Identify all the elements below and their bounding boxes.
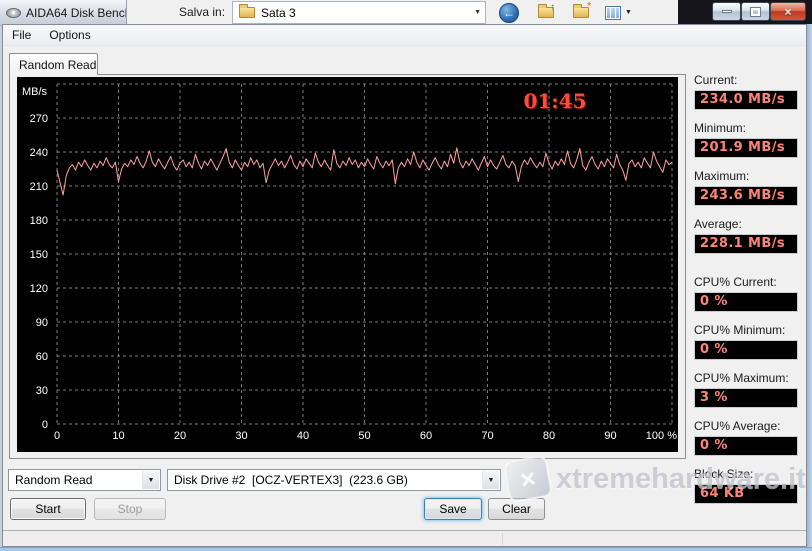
chart-y-axis-unit: MB/s — [22, 86, 48, 98]
save-location-value: Sata 3 — [261, 5, 296, 20]
svg-text:0: 0 — [54, 430, 60, 442]
svg-text:30: 30 — [235, 430, 247, 442]
stat-value: 234.0 MB/s — [694, 90, 798, 110]
svg-text:10: 10 — [112, 430, 124, 442]
stat-value: 201.9 MB/s — [694, 138, 798, 158]
clear-button[interactable]: Clear — [488, 498, 545, 520]
benchmark-chart: 0 30 60 90 120 150 180 210 240 270 0 10 20 30 40 50 60 70… — [17, 77, 678, 452]
stat-cpu-minimum: CPU% Minimum: 0 % — [694, 323, 804, 360]
svg-text:0: 0 — [42, 419, 48, 431]
background-window-title: AIDA64 Disk Bench — [26, 5, 127, 20]
close-button[interactable]: × — [770, 2, 806, 21]
views-menu-button[interactable] — [602, 2, 624, 23]
background-window-bottom-border — [0, 547, 812, 551]
stats-panel: Current: 234.0 MB/s Minimum: 201.9 MB/s … — [690, 60, 808, 520]
test-type-dropdown[interactable]: Random Read ▼ — [8, 469, 161, 491]
svg-text:60: 60 — [420, 430, 432, 442]
back-arrow-icon: ← — [499, 2, 519, 23]
svg-text:30: 30 — [36, 385, 48, 397]
maximize-button[interactable] — [741, 2, 770, 21]
svg-text:210: 210 — [30, 181, 48, 193]
svg-text:120: 120 — [30, 283, 48, 295]
stat-value: 0 % — [694, 436, 798, 456]
stat-label: CPU% Minimum: — [694, 323, 786, 337]
svg-text:70: 70 — [481, 430, 493, 442]
stat-average: Average: 228.1 MB/s — [694, 217, 804, 254]
svg-text:50: 50 — [358, 430, 370, 442]
svg-text:90: 90 — [604, 430, 616, 442]
up-one-level-button[interactable]: ↑ — [535, 2, 557, 23]
svg-text:270: 270 — [30, 113, 48, 125]
svg-text:240: 240 — [30, 147, 48, 159]
view-grid-icon — [605, 5, 621, 20]
background-window-titlebar: AIDA64 Disk Bench — [0, 0, 127, 26]
svg-text:100 %: 100 % — [646, 430, 677, 442]
stop-button[interactable]: Stop — [94, 498, 166, 520]
stat-label: Current: — [694, 73, 738, 87]
stat-value: 243.6 MB/s — [694, 186, 798, 206]
menu-options[interactable]: Options — [40, 25, 99, 45]
save-button[interactable]: Save — [424, 498, 482, 520]
stat-label: CPU% Maximum: — [694, 371, 789, 385]
up-arrow-icon: ↑ — [550, 2, 555, 13]
stat-cpu-current: CPU% Current: 0 % — [694, 275, 804, 312]
stat-label: Minimum: — [694, 121, 747, 135]
chevron-down-icon[interactable]: ▼ — [482, 471, 499, 489]
save-dialog-toolbar: Salva in: Sata 3 ▼ ← ↑ * ▼ — [127, 0, 678, 26]
back-button[interactable]: ← — [498, 2, 520, 23]
disk-drive-value: Disk Drive #2 [OCZ-VERTEX3] (223.6 GB) — [174, 473, 408, 487]
svg-text:40: 40 — [297, 430, 309, 442]
stat-label: Maximum: — [694, 169, 750, 183]
save-in-label: Salva in: — [179, 5, 226, 19]
menu-bar: File Options — [3, 25, 806, 46]
chevron-down-icon[interactable]: ▼ — [625, 9, 632, 16]
chevron-down-icon[interactable]: ▼ — [474, 9, 481, 16]
stat-value: 0 % — [694, 340, 798, 360]
stat-value: 3 % — [694, 388, 798, 408]
tab-random-read[interactable]: Random Read — [9, 53, 98, 75]
disk-icon — [6, 7, 21, 18]
minimize-icon — [721, 10, 732, 13]
new-star-icon: * — [587, 1, 591, 12]
svg-text:60: 60 — [36, 351, 48, 363]
stat-cpu-maximum: CPU% Maximum: 3 % — [694, 371, 804, 408]
stat-value: 64 KB — [694, 484, 798, 504]
status-bar — [3, 530, 806, 546]
chevron-down-icon[interactable]: ▼ — [142, 471, 159, 489]
stat-value: 0 % — [694, 292, 798, 312]
svg-text:90: 90 — [36, 317, 48, 329]
stat-label: Block Size: — [694, 467, 754, 481]
stat-cpu-average: CPU% Average: 0 % — [694, 419, 804, 456]
elapsed-time: 01:45 — [523, 89, 586, 113]
status-bar-divider — [502, 533, 503, 545]
folder-icon — [239, 4, 255, 18]
stat-label: CPU% Current: — [694, 275, 777, 289]
stat-maximum: Maximum: 243.6 MB/s — [694, 169, 804, 206]
save-location-dropdown[interactable]: Sata 3 ▼ — [232, 1, 486, 24]
test-type-value: Random Read — [15, 473, 93, 487]
svg-text:20: 20 — [174, 430, 186, 442]
stat-current: Current: 234.0 MB/s — [694, 73, 804, 110]
stat-minimum: Minimum: 201.9 MB/s — [694, 121, 804, 158]
stat-block-size: Block Size: 64 KB — [694, 467, 804, 504]
close-icon: × — [784, 4, 792, 19]
new-folder-button[interactable]: * — [570, 1, 592, 23]
stat-value: 228.1 MB/s — [694, 234, 798, 254]
stat-label: CPU% Average: — [694, 419, 781, 433]
background-window-caption-area: × — [678, 0, 812, 24]
stat-label: Average: — [694, 217, 742, 231]
svg-text:180: 180 — [30, 215, 48, 227]
svg-text:150: 150 — [30, 249, 48, 261]
minimize-button[interactable] — [712, 2, 741, 21]
tab-label: Random Read — [19, 57, 97, 72]
maximize-icon — [750, 6, 761, 17]
menu-file[interactable]: File — [3, 25, 40, 45]
start-button[interactable]: Start — [10, 498, 86, 520]
disk-drive-dropdown[interactable]: Disk Drive #2 [OCZ-VERTEX3] (223.6 GB) ▼ — [167, 469, 501, 491]
svg-text:80: 80 — [543, 430, 555, 442]
